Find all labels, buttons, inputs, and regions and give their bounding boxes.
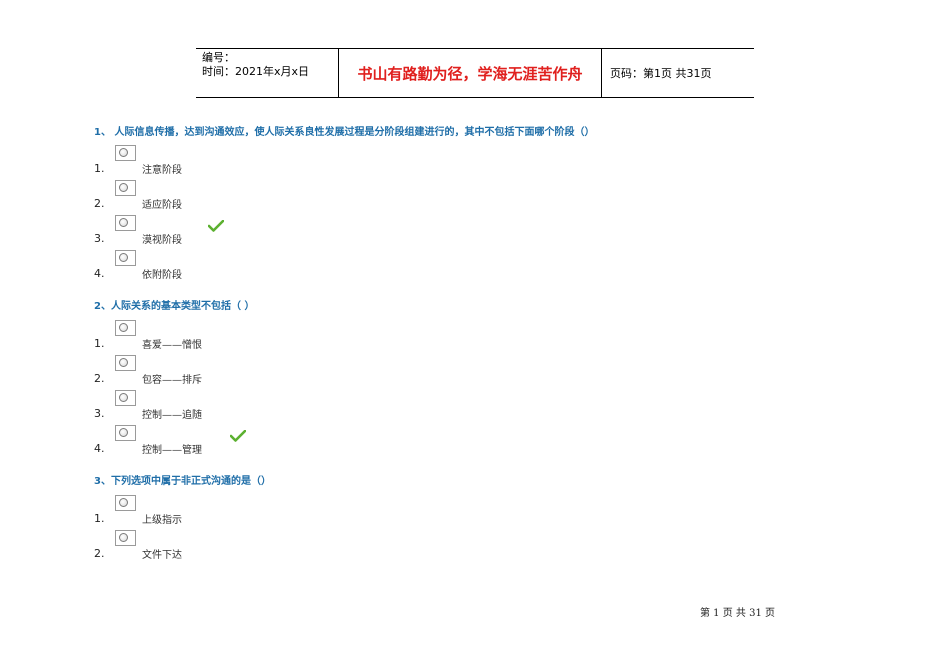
radio-button[interactable]	[115, 495, 136, 511]
radio-circle-icon	[119, 498, 128, 507]
option-text: 注意阶段	[142, 165, 182, 176]
radio-button[interactable]	[115, 320, 136, 336]
question-3-title: 3、下列选项中属于非正式沟通的是（）	[94, 476, 271, 487]
question-2-title: 2、人际关系的基本类型不包括（ ）	[94, 301, 255, 312]
option-number: 1.	[94, 337, 105, 350]
q3-option-2[interactable]: 2. 文件下达	[94, 530, 394, 564]
option-number: 3.	[94, 232, 105, 245]
time-text: 时间：2021年x月x日	[202, 65, 310, 78]
page-cell: 页码：第1页 共31页	[602, 49, 754, 97]
radio-button[interactable]	[115, 390, 136, 406]
radio-circle-icon	[119, 533, 128, 542]
correct-check-icon	[208, 220, 224, 232]
question-1-title: 1、 人际信息传播，达到沟通效应，使人际关系良性发展过程是分阶段组建进行的，其中…	[94, 127, 595, 138]
q1-option-2[interactable]: 2. 适应阶段	[94, 180, 394, 214]
option-number: 4.	[94, 442, 105, 455]
option-number: 3.	[94, 407, 105, 420]
option-text: 依附阶段	[142, 270, 182, 281]
q1-option-4[interactable]: 4. 依附阶段	[94, 250, 394, 284]
radio-circle-icon	[119, 358, 128, 367]
page-footer: 第 1 页 共 31 页	[700, 608, 775, 619]
radio-circle-icon	[119, 183, 128, 192]
option-number: 1.	[94, 512, 105, 525]
radio-circle-icon	[119, 218, 128, 227]
option-number: 4.	[94, 267, 105, 280]
q2-option-1[interactable]: 1. 喜爱——憎恨	[94, 320, 394, 354]
radio-button[interactable]	[115, 215, 136, 231]
radio-circle-icon	[119, 253, 128, 262]
number-label: 编号：	[202, 51, 235, 64]
q1-option-3[interactable]: 3. 漠视阶段	[94, 215, 394, 249]
q3-option-1[interactable]: 1. 上级指示	[94, 495, 394, 529]
motto-text: 书山有路勤为径，学海无涯苦作舟	[357, 64, 583, 83]
option-text: 漠视阶段	[142, 235, 182, 246]
option-text: 控制——管理	[142, 445, 202, 456]
option-text: 上级指示	[142, 515, 182, 526]
option-text: 文件下达	[142, 550, 182, 561]
radio-button[interactable]	[115, 250, 136, 266]
option-number: 2.	[94, 372, 105, 385]
option-text: 喜爱——憎恨	[142, 340, 202, 351]
option-number: 2.	[94, 197, 105, 210]
q1-option-1[interactable]: 1. 注意阶段	[94, 145, 394, 179]
document-header: 编号： 时间：2021年x月x日 书山有路勤为径，学海无涯苦作舟 页码：第1页 …	[196, 48, 754, 98]
header-page-text: 页码：第1页 共31页	[610, 67, 712, 80]
radio-circle-icon	[119, 148, 128, 157]
motto-cell: 书山有路勤为径，学海无涯苦作舟	[338, 49, 602, 97]
q2-option-2[interactable]: 2. 包容——排斥	[94, 355, 394, 389]
radio-button[interactable]	[115, 425, 136, 441]
radio-button[interactable]	[115, 355, 136, 371]
option-number: 2.	[94, 547, 105, 560]
radio-circle-icon	[119, 393, 128, 402]
radio-circle-icon	[119, 323, 128, 332]
correct-check-icon	[230, 430, 246, 442]
q2-option-4[interactable]: 4. 控制——管理	[94, 425, 394, 459]
option-text: 适应阶段	[142, 200, 182, 211]
radio-circle-icon	[119, 428, 128, 437]
option-text: 包容——排斥	[142, 375, 202, 386]
radio-button[interactable]	[115, 180, 136, 196]
header-info-cell: 编号： 时间：2021年x月x日	[196, 49, 338, 97]
option-number: 1.	[94, 162, 105, 175]
radio-button[interactable]	[115, 145, 136, 161]
option-text: 控制——追随	[142, 410, 202, 421]
q2-option-3[interactable]: 3. 控制——追随	[94, 390, 394, 424]
radio-button[interactable]	[115, 530, 136, 546]
